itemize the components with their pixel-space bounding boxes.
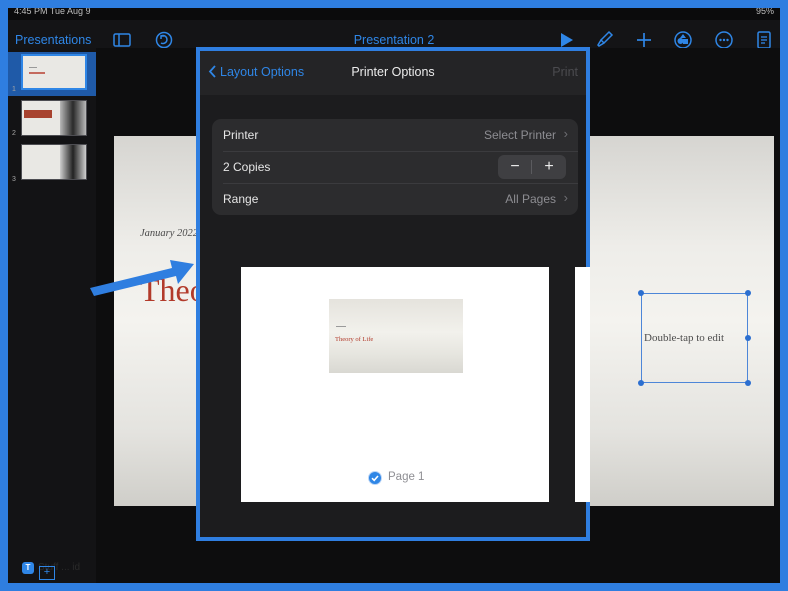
resize-handle[interactable]	[745, 380, 751, 386]
copies-stepper: − +	[498, 155, 566, 179]
printer-row[interactable]: Printer Select Printer ›	[212, 119, 578, 151]
resize-handle[interactable]	[745, 290, 751, 296]
annotation-arrow	[90, 260, 194, 296]
printer-options-sheet: Layout Options Printer Options Print Pri…	[196, 47, 590, 541]
printer-value: Select Printer	[483, 128, 556, 142]
decrement-button[interactable]: −	[498, 157, 532, 177]
printer-label: Printer	[223, 128, 259, 142]
print-preview-page-2[interactable]	[575, 267, 590, 502]
undo-icon[interactable]	[154, 30, 174, 50]
slide-number: 3	[12, 176, 16, 183]
checkmark-icon[interactable]	[368, 471, 382, 485]
preview-slide-title: Theory of Life	[335, 336, 374, 343]
resize-handle[interactable]	[638, 380, 644, 386]
add-icon[interactable]	[634, 30, 654, 50]
slide-navigator: 1 2 3	[8, 48, 96, 583]
resize-handle[interactable]	[638, 290, 644, 296]
print-button[interactable]: Print	[552, 65, 578, 79]
printer-settings-group: Printer Select Printer › 2 Copies − + Ra…	[212, 119, 578, 215]
document-icon[interactable]	[754, 30, 774, 50]
add-slide-button[interactable]: +	[39, 566, 55, 580]
slide-thumbnail-2[interactable]	[21, 100, 87, 136]
shapes-icon[interactable]	[673, 30, 693, 50]
more-icon[interactable]	[714, 30, 734, 50]
print-preview-page-1[interactable]: Theory of Life Page 1	[241, 267, 549, 502]
copies-row: 2 Copies − +	[212, 151, 578, 183]
slide-number: 2	[12, 130, 16, 137]
copies-label: 2 Copies	[223, 160, 271, 174]
sheet-header: Layout Options Printer Options Print	[200, 51, 586, 95]
range-label: Range	[223, 192, 259, 206]
sidebar-icon[interactable]	[112, 30, 132, 50]
slide-thumbnail-3[interactable]	[21, 144, 87, 180]
brush-icon[interactable]	[594, 30, 614, 50]
preview-slide-date	[336, 326, 346, 327]
status-battery: 95%	[755, 8, 774, 16]
status-time: 4:45 PM Tue Aug 9	[14, 8, 91, 16]
chevron-right-icon: ›	[563, 126, 568, 141]
text-box-selected[interactable]: Double-tap to edit	[641, 293, 748, 383]
increment-button[interactable]: +	[532, 157, 566, 177]
slide-date[interactable]: January 2022	[140, 228, 198, 239]
watermark: T Stuff ... id	[22, 562, 118, 576]
range-row[interactable]: Range All Pages ›	[212, 183, 578, 215]
resize-handle[interactable]	[745, 335, 751, 341]
watermark-logo-icon: T	[22, 562, 34, 574]
app-window: 4:45 PM Tue Aug 9 95% Presentations Pres…	[8, 8, 780, 583]
slide-thumbnail-1[interactable]	[21, 54, 87, 90]
preview-slide-thumbnail: Theory of Life	[329, 299, 463, 373]
slide-number: 1	[12, 86, 16, 93]
page-label: Page 1	[388, 471, 425, 483]
chevron-right-icon: ›	[563, 190, 568, 205]
text-box-placeholder: Double-tap to edit	[644, 332, 725, 344]
range-value: All Pages	[505, 192, 556, 206]
sheet-title: Printer Options	[351, 65, 435, 79]
